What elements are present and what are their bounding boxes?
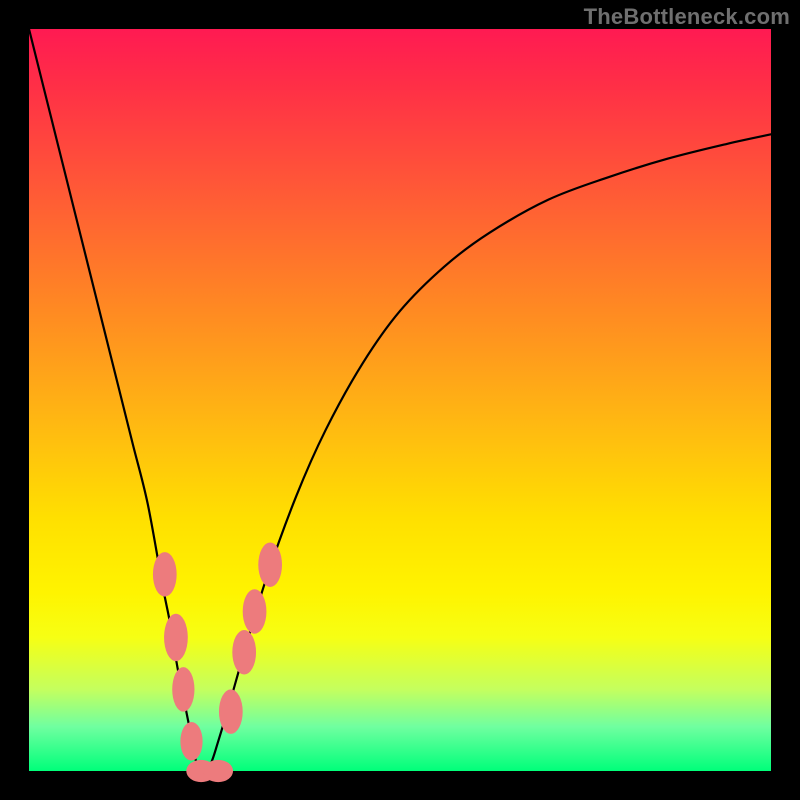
curve-marker [164, 614, 188, 661]
curve-marker [172, 667, 194, 712]
curve-marker [180, 722, 202, 761]
bottleneck-curve [29, 29, 771, 771]
curve-marker [153, 552, 177, 597]
curve-marker [258, 542, 282, 587]
curve-marker [243, 589, 267, 634]
chart-frame: TheBottleneck.com [0, 0, 800, 800]
watermark-text: TheBottleneck.com [584, 4, 790, 30]
curve-marker [203, 760, 233, 782]
chart-svg [29, 29, 771, 771]
curve-marker [219, 689, 243, 734]
plot-area [29, 29, 771, 771]
curve-marker [232, 630, 256, 675]
